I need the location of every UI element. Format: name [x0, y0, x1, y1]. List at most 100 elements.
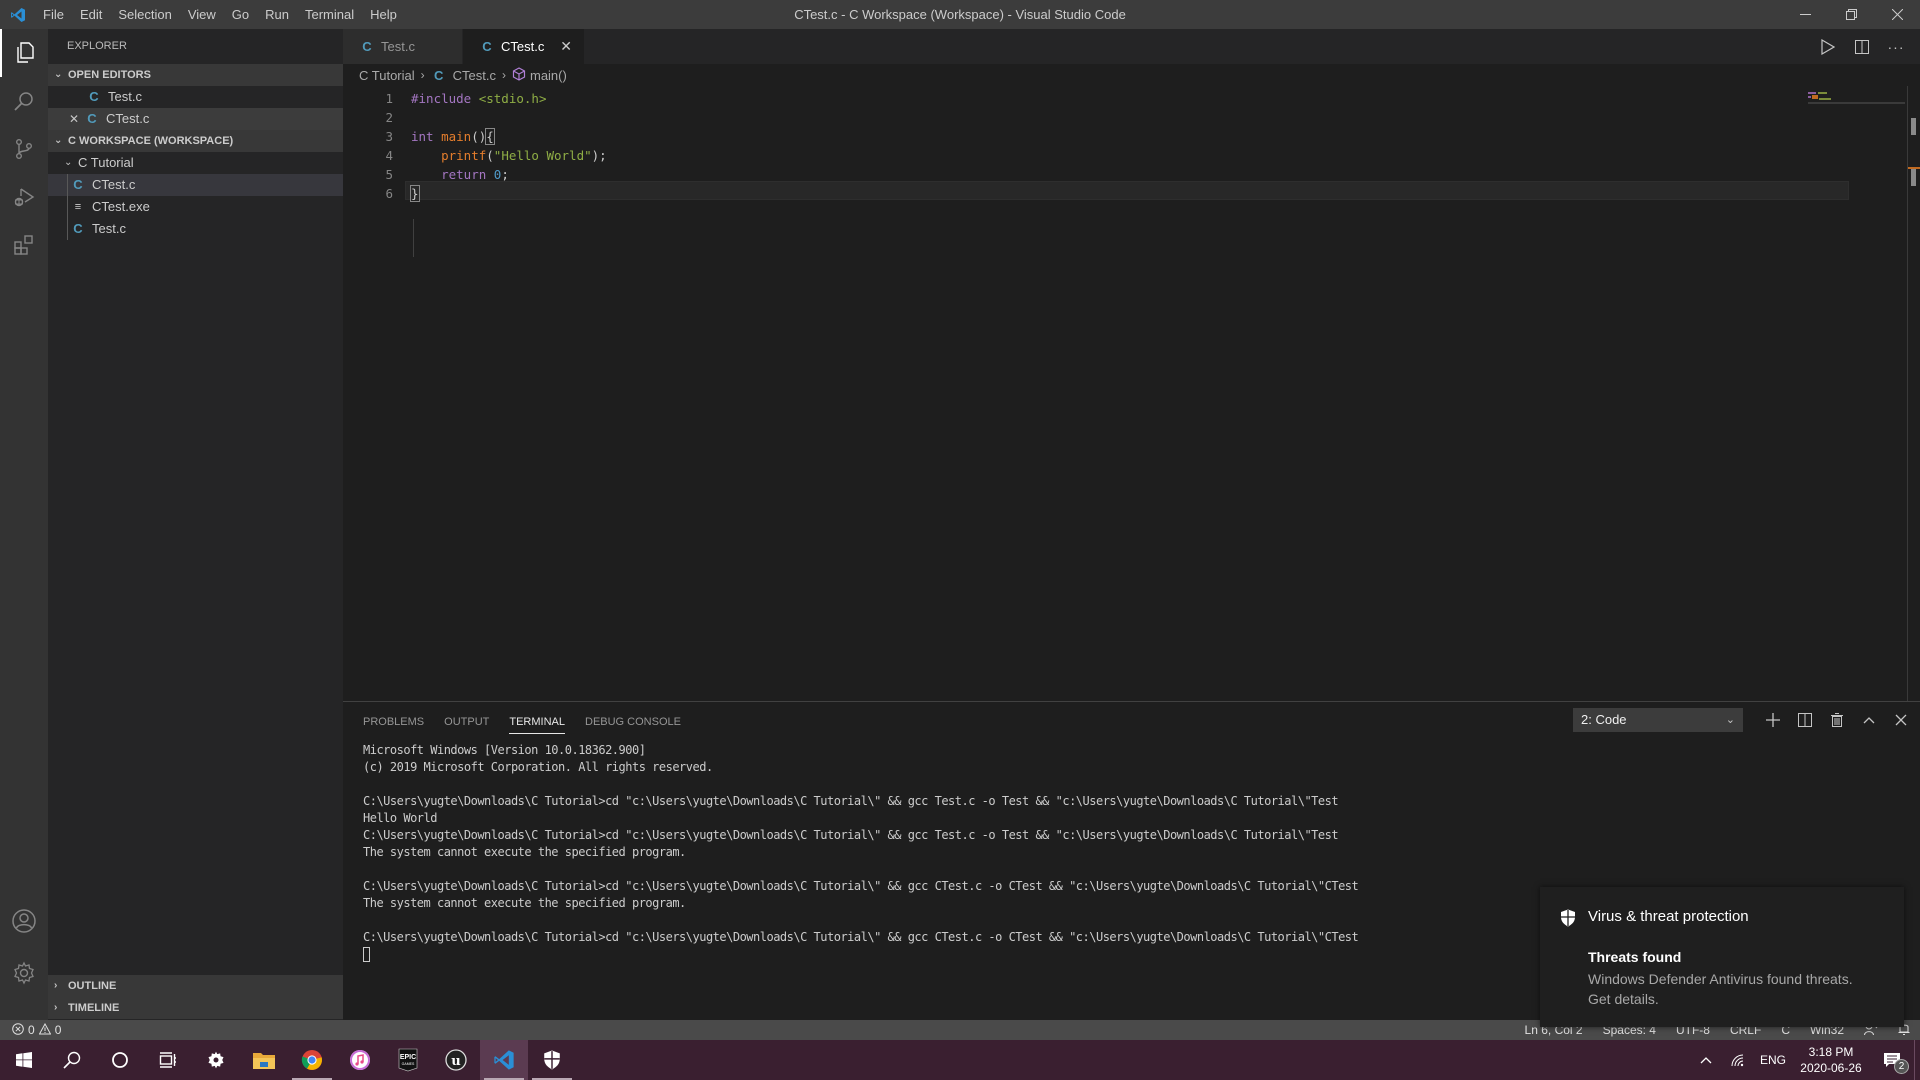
action-center-icon[interactable]: 2: [1870, 1040, 1914, 1080]
panel-tab-terminal[interactable]: TERMINAL: [509, 710, 565, 734]
source-control-icon[interactable]: [0, 125, 48, 173]
file-item[interactable]: ≡ CTest.exe: [48, 196, 343, 218]
task-view-icon[interactable]: [144, 1040, 192, 1080]
open-editors-section-header[interactable]: ⌄ OPEN EDITORS: [48, 64, 343, 86]
clock-time: 3:18 PM: [1808, 1045, 1854, 1059]
panel-tab-debug-console[interactable]: DEBUG CONSOLE: [585, 710, 681, 734]
code-line[interactable]: #include <stdio.h>: [411, 89, 546, 108]
chevron-down-icon: ⌄: [54, 69, 63, 80]
tab-label: Test.c: [381, 39, 415, 54]
code-line[interactable]: int main(){: [411, 127, 495, 146]
unreal-engine-icon[interactable]: u: [432, 1040, 480, 1080]
code-token: ;: [501, 167, 509, 182]
editor-tabs: C Test.c C CTest.c ✕: [343, 29, 1920, 64]
chrome-icon[interactable]: [288, 1040, 336, 1080]
itunes-icon[interactable]: [336, 1040, 384, 1080]
code-token: int: [411, 129, 442, 144]
code-line[interactable]: printf("Hello World");: [411, 146, 607, 165]
code-line[interactable]: return 0;: [411, 165, 509, 184]
kill-terminal-trash-icon[interactable]: [1827, 710, 1847, 730]
show-hidden-icons-chevron-up-icon[interactable]: [1690, 1040, 1722, 1080]
settings-icon[interactable]: [192, 1040, 240, 1080]
extensions-icon[interactable]: [0, 221, 48, 269]
search-icon[interactable]: [48, 1040, 96, 1080]
line-number: 1: [385, 91, 393, 106]
timeline-section-header[interactable]: › TIMELINE: [48, 997, 343, 1019]
terminal-line: The system cannot execute the specified …: [363, 845, 686, 859]
start-icon[interactable]: [0, 1040, 48, 1080]
menu-help[interactable]: Help: [362, 0, 405, 29]
breadcrumb-file[interactable]: CTest.c: [453, 68, 496, 83]
menu-run[interactable]: Run: [257, 0, 297, 29]
warning-icon: [38, 1022, 52, 1038]
c-file-icon: C: [433, 67, 444, 83]
vscode-icon[interactable]: [480, 1040, 528, 1080]
shield-icon: [1560, 909, 1576, 932]
code-token: );: [591, 148, 607, 163]
vscode-logo-icon: [0, 0, 35, 29]
workspace-section-header[interactable]: ⌄ C WORKSPACE (WORKSPACE): [48, 130, 343, 152]
tab-test-c[interactable]: C Test.c: [343, 29, 463, 64]
run-code-button[interactable]: [1818, 37, 1838, 57]
cortana-icon[interactable]: [96, 1040, 144, 1080]
svg-text:GAMES: GAMES: [402, 1062, 415, 1066]
code-editor[interactable]: 1 #include <stdio.h> 2 3 int main(){4 printf…: [343, 86, 1903, 700]
file-item[interactable]: C Test.c: [48, 218, 343, 240]
accounts-icon[interactable]: [0, 897, 48, 945]
new-terminal-button[interactable]: [1763, 710, 1783, 730]
c-file-icon: C: [89, 89, 99, 104]
show-desktop-button[interactable]: [1914, 1040, 1920, 1080]
open-editor-name: Test.c: [108, 89, 142, 104]
close-editor-icon[interactable]: ✕: [66, 108, 82, 130]
open-editor-item[interactable]: C Test.c: [48, 86, 343, 108]
manage-gear-icon[interactable]: [0, 949, 48, 997]
windows-defender-notification[interactable]: Virus & threat protection Threats found …: [1540, 887, 1904, 1027]
tab-ctest-c[interactable]: C CTest.c ✕: [463, 29, 585, 64]
input-language[interactable]: ENG: [1754, 1040, 1792, 1080]
minimap[interactable]: [1793, 86, 1905, 106]
breadcrumb-symbol[interactable]: main(): [530, 68, 567, 83]
breadcrumb-folder[interactable]: C Tutorial: [359, 68, 415, 83]
panel-tab-output[interactable]: OUTPUT: [444, 710, 489, 734]
file-explorer-icon[interactable]: [240, 1040, 288, 1080]
open-editor-item[interactable]: ✕ C CTest.c: [48, 108, 343, 130]
split-terminal-button[interactable]: [1795, 710, 1815, 730]
code-token: #include: [411, 91, 479, 106]
menu-terminal[interactable]: Terminal: [297, 0, 362, 29]
minimize-button[interactable]: [1782, 0, 1828, 29]
network-wifi-icon[interactable]: [1722, 1040, 1754, 1080]
code-token: }: [410, 185, 420, 202]
menu-file[interactable]: File: [35, 0, 72, 29]
editor-scrollbar[interactable]: [1907, 86, 1920, 701]
epic-games-icon[interactable]: EPIC GAMES: [384, 1040, 432, 1080]
terminal-select[interactable]: 2: Code ⌄: [1573, 708, 1743, 732]
search-icon[interactable]: [0, 77, 48, 125]
code-line[interactable]: }: [410, 184, 420, 203]
close-window-button[interactable]: [1874, 0, 1920, 29]
menu-edit[interactable]: Edit: [72, 0, 110, 29]
file-item[interactable]: C CTest.c: [48, 174, 343, 196]
folder-c-tutorial[interactable]: ⌄ C Tutorial: [48, 152, 343, 174]
code-token: main: [441, 129, 472, 144]
run-debug-icon[interactable]: [0, 173, 48, 221]
terminal-line: C:\Users\yugte\Downloads\C Tutorial>cd "…: [363, 828, 1339, 842]
windows-security-icon[interactable]: [528, 1040, 576, 1080]
folder-name: C Tutorial: [78, 155, 134, 170]
menu-view[interactable]: View: [180, 0, 224, 29]
close-panel-icon[interactable]: [1891, 710, 1911, 730]
chevron-right-icon: ›: [54, 980, 58, 991]
menu-go[interactable]: Go: [224, 0, 257, 29]
indent-guide: [413, 219, 414, 257]
svg-text:u: u: [451, 1054, 460, 1069]
more-actions-icon[interactable]: ···: [1886, 37, 1906, 57]
problems-status[interactable]: 0 0: [0, 1022, 61, 1038]
restore-button[interactable]: [1828, 0, 1874, 29]
menu-selection[interactable]: Selection: [110, 0, 179, 29]
split-editor-button[interactable]: [1852, 37, 1872, 57]
panel-tab-problems[interactable]: PROBLEMS: [363, 710, 424, 734]
outline-section-header[interactable]: › OUTLINE: [48, 975, 343, 997]
close-tab-icon[interactable]: ✕: [560, 38, 572, 55]
explorer-icon[interactable]: [0, 29, 48, 77]
maximize-panel-chevron-up-icon[interactable]: [1859, 710, 1879, 730]
clock[interactable]: 3:18 PM 2020-06-26: [1792, 1044, 1870, 1076]
